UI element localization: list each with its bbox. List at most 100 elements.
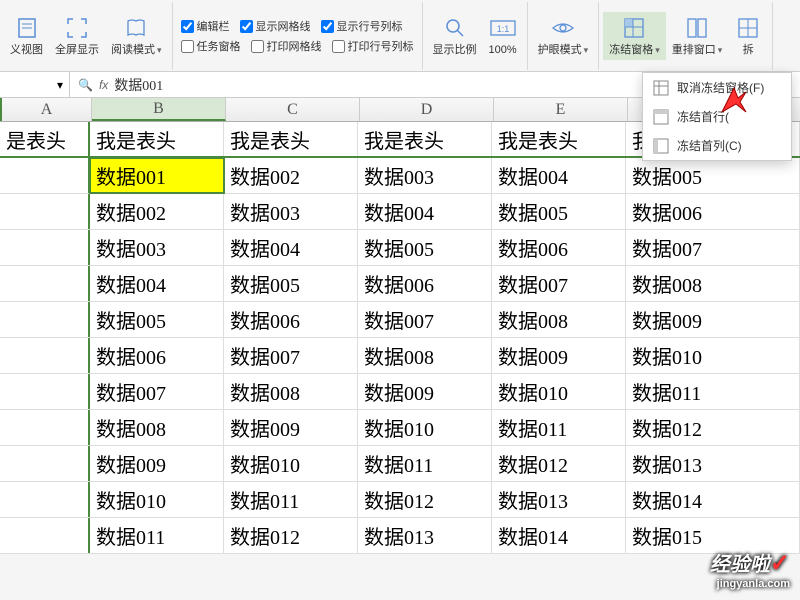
cell[interactable]: 数据009	[358, 374, 492, 409]
cell[interactable]	[0, 410, 90, 445]
cell[interactable]: 数据012	[358, 482, 492, 517]
cell[interactable]	[0, 482, 90, 517]
cell[interactable]: 是表头	[0, 122, 90, 156]
cell[interactable]: 数据012	[492, 446, 626, 481]
cell[interactable]: 数据002	[90, 194, 224, 229]
cell[interactable]: 数据006	[224, 302, 358, 337]
cell[interactable]: 数据014	[626, 482, 800, 517]
cell[interactable]: 数据007	[626, 230, 800, 265]
freeze-panes-button[interactable]: 冻结窗格▾	[603, 12, 666, 59]
cell[interactable]: 数据008	[224, 374, 358, 409]
table-row: 数据001数据002数据003数据004数据005	[0, 158, 800, 194]
cell[interactable]: 数据013	[626, 446, 800, 481]
zoom-100-button[interactable]: 1:1 100%	[483, 12, 523, 59]
cell[interactable]: 数据004	[358, 194, 492, 229]
grid-body[interactable]: 是表头我是表头我是表头我是表头我是表头我是表头数据001数据002数据003数据…	[0, 122, 800, 554]
column-header-B[interactable]: B	[92, 98, 226, 121]
cell[interactable]: 数据009	[224, 410, 358, 445]
cell[interactable]	[0, 158, 90, 193]
cell[interactable]: 数据006	[358, 266, 492, 301]
cell[interactable]: 数据005	[90, 302, 224, 337]
fx-icon[interactable]: fx	[99, 78, 108, 92]
column-header-C[interactable]: C	[226, 98, 360, 121]
split-button[interactable]: 拆	[728, 12, 768, 59]
zoom-button[interactable]: 显示比例	[427, 12, 483, 59]
cell[interactable]: 数据011	[90, 518, 224, 553]
cell[interactable]	[0, 194, 90, 229]
column-header-E[interactable]: E	[494, 98, 628, 121]
reading-mode-button[interactable]: 阅读模式▾	[105, 12, 168, 59]
cell[interactable]: 数据010	[224, 446, 358, 481]
freeze-first-col-item[interactable]: 冻结首列(C)	[643, 131, 791, 160]
cell[interactable]: 数据011	[224, 482, 358, 517]
cell[interactable]: 数据006	[626, 194, 800, 229]
cell[interactable]: 数据007	[358, 302, 492, 337]
cell[interactable]: 我是表头	[492, 122, 626, 156]
cell[interactable]	[0, 266, 90, 301]
cell[interactable]: 数据006	[90, 338, 224, 373]
freeze-top-row-item[interactable]: 冻结首行(	[643, 102, 791, 131]
cell[interactable]: 我是表头	[224, 122, 358, 156]
cell[interactable]	[0, 374, 90, 409]
cell[interactable]: 数据009	[492, 338, 626, 373]
formula-bar-checkbox[interactable]: 编辑栏	[181, 18, 230, 34]
cell[interactable]: 数据005	[626, 158, 800, 193]
cell[interactable]: 数据009	[90, 446, 224, 481]
name-box[interactable]: ▾	[0, 72, 70, 97]
formula-input[interactable]: 数据001	[114, 75, 163, 95]
gridlines-checkbox[interactable]: 显示网格线	[240, 18, 311, 34]
eye-mode-button[interactable]: 护眼模式▾	[532, 12, 595, 59]
cell[interactable]: 数据006	[492, 230, 626, 265]
print-headings-checkbox[interactable]: 打印行号列标	[332, 38, 414, 54]
cell[interactable]: 数据009	[626, 302, 800, 337]
fullscreen-button[interactable]: 全屏显示	[49, 12, 105, 59]
cell[interactable]: 数据013	[492, 482, 626, 517]
cell[interactable]: 我是表头	[90, 122, 224, 156]
cell[interactable]: 数据011	[358, 446, 492, 481]
cell[interactable]: 数据007	[492, 266, 626, 301]
cell[interactable]: 数据007	[224, 338, 358, 373]
custom-view-button[interactable]: 义视图	[4, 12, 49, 59]
cell[interactable]: 数据005	[492, 194, 626, 229]
magnifier-small-icon[interactable]: 🔍	[78, 78, 93, 92]
cell[interactable]: 数据010	[358, 410, 492, 445]
cell[interactable]	[0, 446, 90, 481]
cell[interactable]: 数据004	[90, 266, 224, 301]
cell[interactable]: 数据003	[358, 158, 492, 193]
cell[interactable]: 数据003	[90, 230, 224, 265]
cell[interactable]: 数据001	[90, 158, 224, 193]
print-gridlines-checkbox[interactable]: 打印网格线	[251, 38, 322, 54]
cell[interactable]: 数据012	[626, 410, 800, 445]
headings-checkbox[interactable]: 显示行号列标	[321, 18, 403, 34]
cell[interactable]: 数据008	[492, 302, 626, 337]
cell[interactable]	[0, 230, 90, 265]
cell[interactable]: 数据011	[492, 410, 626, 445]
column-header-A[interactable]: A	[2, 98, 92, 121]
cell[interactable]: 数据004	[224, 230, 358, 265]
cell[interactable]: 数据010	[492, 374, 626, 409]
cell[interactable]: 数据015	[626, 518, 800, 553]
cell[interactable]	[0, 518, 90, 553]
cell[interactable]: 数据012	[224, 518, 358, 553]
cell[interactable]: 数据008	[90, 410, 224, 445]
cell[interactable]	[0, 338, 90, 373]
cell[interactable]: 数据004	[492, 158, 626, 193]
taskpane-checkbox[interactable]: 任务窗格	[181, 38, 241, 54]
cell[interactable]: 数据010	[626, 338, 800, 373]
cell[interactable]: 数据010	[90, 482, 224, 517]
cell[interactable]: 数据011	[626, 374, 800, 409]
cell[interactable]: 数据005	[224, 266, 358, 301]
cell[interactable]: 数据003	[224, 194, 358, 229]
cell[interactable]: 数据008	[626, 266, 800, 301]
cell[interactable]: 数据014	[492, 518, 626, 553]
cell[interactable]: 数据005	[358, 230, 492, 265]
cell[interactable]: 数据008	[358, 338, 492, 373]
cell[interactable]: 数据013	[358, 518, 492, 553]
cell[interactable]: 我是表头	[358, 122, 492, 156]
column-header-D[interactable]: D	[360, 98, 494, 121]
arrange-windows-button[interactable]: 重排窗口▾	[666, 12, 729, 59]
cell[interactable]: 数据007	[90, 374, 224, 409]
cell[interactable]	[0, 302, 90, 337]
unfreeze-panes-item[interactable]: 取消冻结窗格(F)	[643, 73, 791, 102]
cell[interactable]: 数据002	[224, 158, 358, 193]
